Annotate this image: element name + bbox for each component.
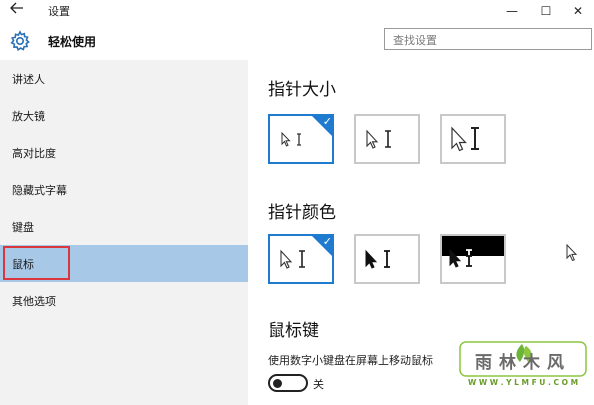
watermark-title: 雨林木风 [475,353,571,373]
sidebar-item-other-options[interactable]: 其他选项 [0,282,248,319]
pointer-size-option-small[interactable]: ✓ [268,114,334,164]
mouse-keys-description: 使用数字小键盘在屏幕上移动鼠标 [268,354,433,367]
sidebar: 讲述人 放大镜 高对比度 隐藏式字幕 键盘 鼠标 其他选项 [0,60,248,405]
back-arrow-icon[interactable] [8,2,26,20]
sidebar-item-label: 隐藏式字幕 [12,184,67,197]
watermark-url: W W W . Y L M F U . C O M [467,378,579,387]
sidebar-item-label: 放大镜 [12,110,45,123]
mouse-keys-heading: 鼠标键 [268,321,319,341]
pointer-size-option-medium[interactable] [354,114,420,164]
pointer-color-option-white[interactable]: ✓ [268,234,334,284]
sidebar-item-label: 键盘 [12,221,34,234]
toggle-knob [273,379,282,388]
page-title: 轻松使用 [48,35,97,49]
window-title: 设置 [48,5,70,18]
close-button[interactable]: ✕ [562,0,594,22]
sidebar-item-label: 高对比度 [12,147,56,160]
sidebar-item-label: 其他选项 [12,295,56,308]
annotation-highlight-box [3,246,70,280]
gear-icon [9,30,31,52]
black-pointer-preview-icon [365,249,390,269]
sidebar-item-label: 讲述人 [12,73,45,86]
sidebar-item-magnifier[interactable]: 放大镜 [0,97,248,134]
mouse-keys-toggle[interactable] [268,374,308,392]
pointer-color-option-black[interactable] [354,234,420,284]
pointer-size-heading: 指针大小 [268,80,336,100]
sidebar-item-narrator[interactable]: 讲述人 [0,60,248,97]
title-bar: 设置 — ☐ ✕ [0,0,594,22]
pointer-color-heading: 指针颜色 [268,203,336,223]
large-pointer-preview-icon [451,126,479,152]
maximize-button[interactable]: ☐ [530,0,562,22]
search-input[interactable]: 查找设置 [384,28,592,50]
check-icon: ✓ [322,235,332,248]
sidebar-item-high-contrast[interactable]: 高对比度 [0,134,248,171]
page-header: 轻松使用 查找设置 [0,22,594,60]
inverted-pointer-preview-icon [442,236,504,268]
check-icon: ✓ [322,115,332,128]
search-placeholder: 查找设置 [393,34,437,47]
pointer-size-option-large[interactable] [440,114,506,164]
sidebar-item-keyboard[interactable]: 键盘 [0,208,248,245]
mouse-keys-toggle-state: 关 [313,378,324,391]
medium-pointer-preview-icon [366,129,391,149]
pointer-color-option-inverted[interactable] [440,234,506,284]
sidebar-item-closed-captions[interactable]: 隐藏式字幕 [0,171,248,208]
mouse-cursor-icon [566,243,578,266]
minimize-button[interactable]: — [496,0,528,22]
watermark-logo: 雨林木风 W W W . Y L M F U . C O M [458,340,588,392]
